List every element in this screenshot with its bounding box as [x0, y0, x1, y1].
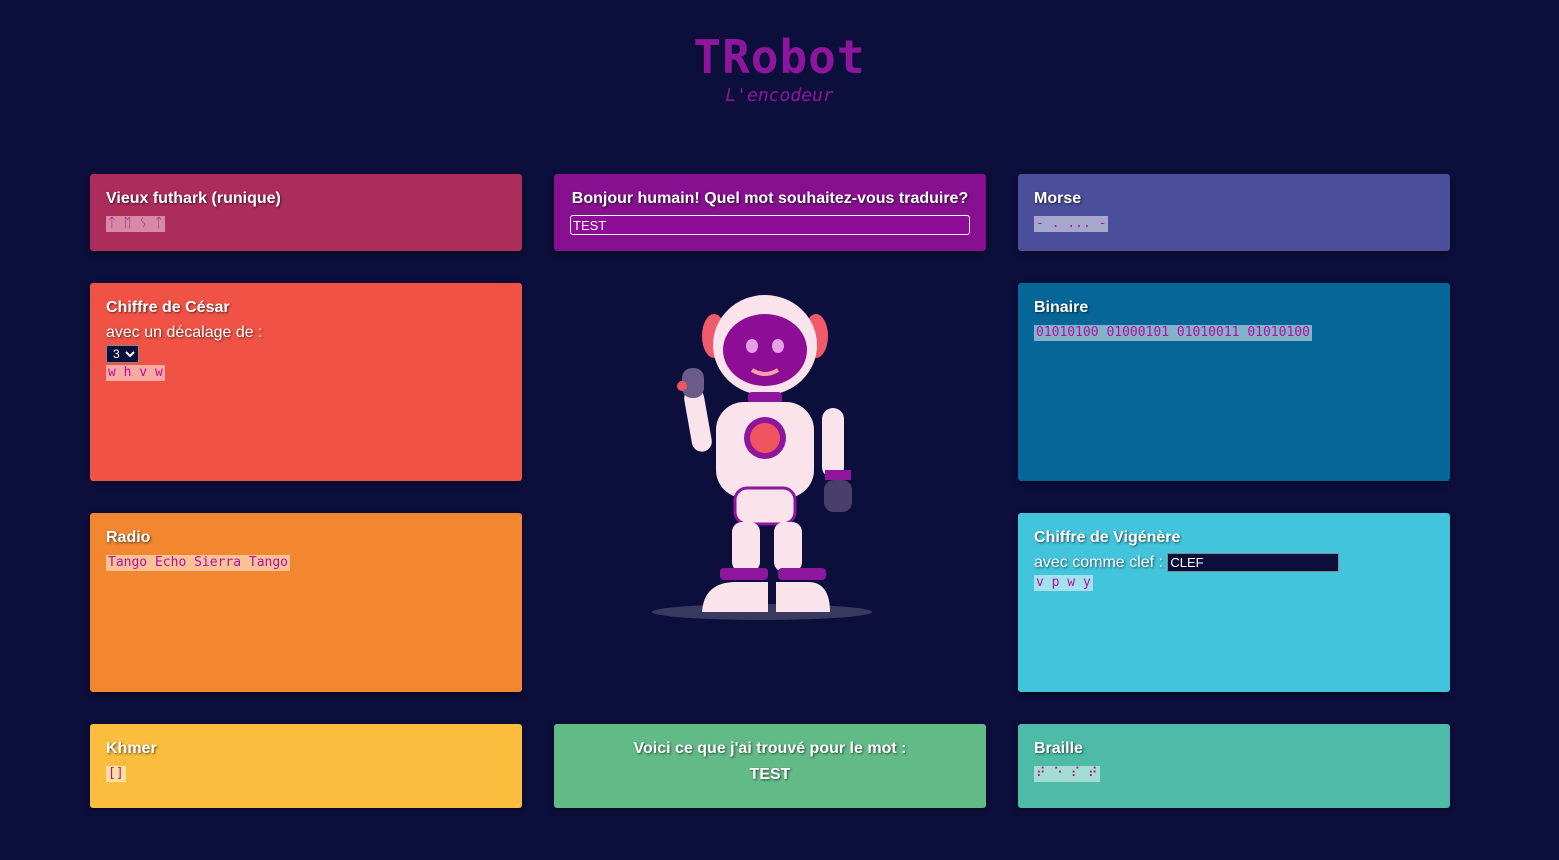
radio-card: Radio Tango Echo Sierra Tango — [90, 513, 522, 692]
vigenere-title: Chiffre de Vigénère — [1034, 529, 1181, 546]
cesar-shift-select[interactable]: 3 — [106, 345, 139, 363]
app-title: TRobot — [693, 30, 866, 84]
found-label: Voici ce que j'ai trouvé pour le mot : — [633, 740, 907, 757]
binaire-result: 01010100 01000101 01010011 01010100 — [1034, 325, 1312, 341]
input-card: Bonjour humain! Quel mot souhaitez-vous … — [554, 174, 986, 251]
futhark-result: ᛏ ᛖ ᛊ ᛏ — [106, 216, 165, 232]
futhark-title: Vieux futhark (runique) — [106, 190, 281, 207]
radio-title: Radio — [106, 529, 151, 546]
app-subtitle: L'encodeur — [725, 85, 834, 106]
vigenere-key-row: avec comme clef : — [1034, 553, 1434, 573]
khmer-result: [] — [106, 766, 126, 782]
braille-result: ⠞ ⠑ ⠎ ⠞ — [1034, 766, 1100, 782]
found-card: Voici ce que j'ai trouvé pour le mot : T… — [554, 724, 986, 808]
braille-card: Braille ⠞ ⠑ ⠎ ⠞ — [1018, 724, 1450, 808]
vigenere-card: Chiffre de Vigénère avec comme clef : v … — [1018, 513, 1450, 692]
morse-result: - . ... - — [1034, 216, 1109, 232]
header: TRobot L'encodeur — [0, 28, 1559, 106]
morse-card: Morse - . ... - — [1018, 174, 1450, 251]
binaire-card: Binaire 01010100 01000101 01010011 01010… — [1018, 283, 1450, 481]
braille-title: Braille — [1034, 740, 1083, 757]
cesar-result: w h v w — [106, 365, 165, 381]
found-word: TEST — [749, 766, 791, 783]
vigenere-key-label: avec comme clef : — [1034, 554, 1163, 571]
vigenere-key-input[interactable] — [1167, 553, 1340, 573]
binaire-title: Binaire — [1034, 299, 1089, 316]
cesar-card: Chiffre de César avec un décalage de : 3… — [90, 283, 522, 481]
khmer-title: Khmer — [106, 740, 157, 757]
cesar-title: Chiffre de César — [106, 299, 230, 316]
cesar-shift-label: avec un décalage de : — [106, 324, 263, 341]
robot-illustration — [652, 295, 872, 620]
khmer-card: Khmer [] — [90, 724, 522, 808]
vigenere-result: v p w y — [1034, 575, 1093, 591]
futhark-card: Vieux futhark (runique) ᛏ ᛖ ᛊ ᛏ — [90, 174, 522, 251]
radio-result: Tango Echo Sierra Tango — [106, 555, 291, 571]
morse-title: Morse — [1034, 190, 1082, 207]
input-prompt: Bonjour humain! Quel mot souhaitez-vous … — [571, 190, 969, 207]
word-input[interactable] — [570, 215, 970, 235]
